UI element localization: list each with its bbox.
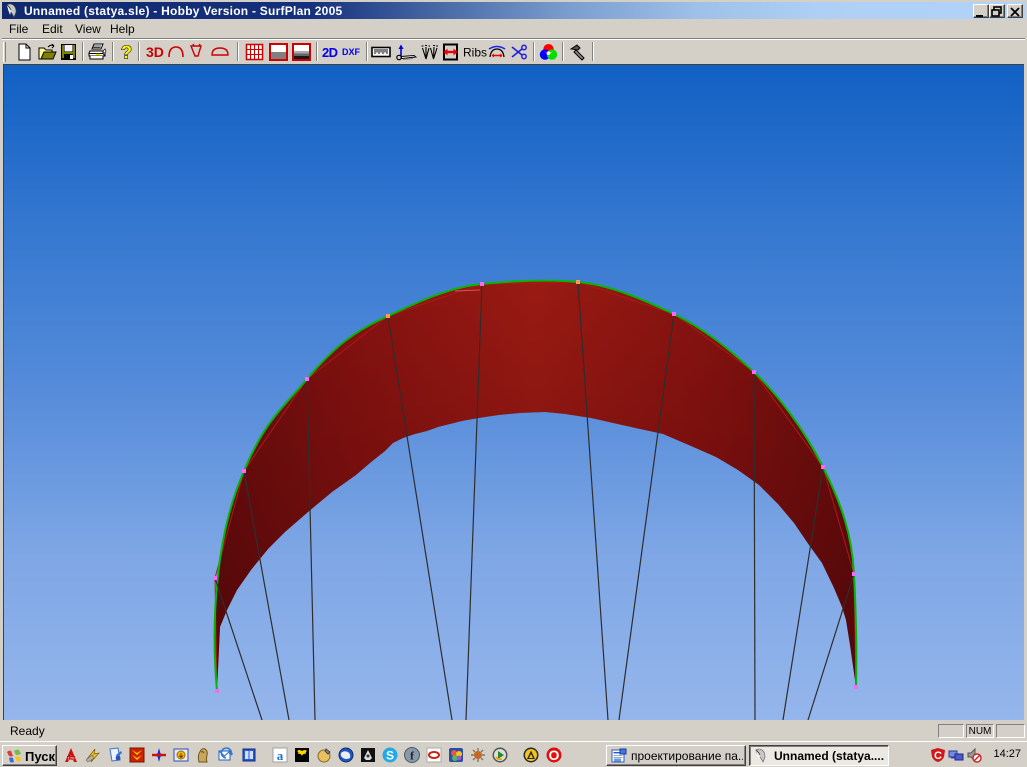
svg-text:3D: 3D bbox=[146, 44, 164, 60]
svg-text:S: S bbox=[386, 749, 394, 763]
svg-text:?: ? bbox=[121, 43, 132, 62]
svg-text:120: 120 bbox=[68, 756, 75, 761]
svg-text:O: O bbox=[549, 747, 560, 763]
svg-text:2D: 2D bbox=[322, 45, 338, 60]
svg-text:Ribs: Ribs bbox=[463, 46, 487, 60]
svg-text:C: C bbox=[934, 750, 942, 762]
svg-text:a: a bbox=[277, 748, 284, 763]
svg-text:DXF: DXF bbox=[342, 47, 361, 57]
